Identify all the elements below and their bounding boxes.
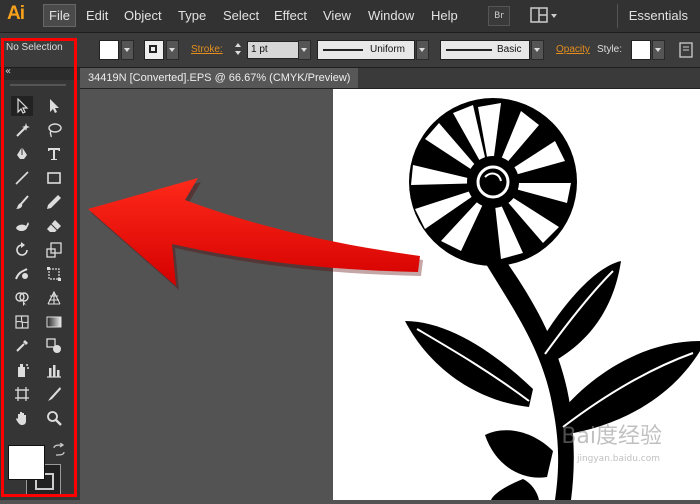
stroke-swatch-inner (149, 45, 157, 53)
stepper-arrows-icon (235, 43, 241, 55)
variable-width-profile[interactable]: Uniform (317, 40, 415, 60)
brush-dropdown[interactable] (531, 40, 544, 60)
profile-dropdown[interactable] (416, 40, 429, 60)
menu-edit[interactable]: Edit (86, 8, 108, 23)
profile-line (323, 49, 363, 51)
workspace-switcher[interactable]: Essentials (629, 8, 688, 23)
graphic-style-swatch[interactable] (631, 40, 651, 60)
stroke-dropdown[interactable] (166, 40, 179, 60)
menu-type[interactable]: Type (178, 8, 206, 23)
fill-swatch[interactable] (99, 40, 119, 60)
profile-label: Uniform (370, 44, 406, 55)
stroke-weight-dropdown[interactable] (298, 40, 311, 60)
menu-view[interactable]: View (323, 8, 351, 23)
brush-label: Basic (497, 44, 522, 55)
annotation-highlight-box (1, 38, 77, 497)
baidu-watermark: Bai度经验 (561, 424, 662, 449)
menu-file[interactable]: File (43, 4, 76, 27)
menu-select[interactable]: Select (223, 8, 259, 23)
menu-object[interactable]: Object (124, 8, 162, 23)
stroke-label[interactable]: Stroke: (191, 44, 223, 55)
app-logo: Ai (7, 3, 25, 24)
leaf-lower (485, 430, 553, 478)
leaf-bottom (491, 479, 539, 500)
style-label: Style: (597, 44, 623, 55)
control-bar: No Selection Stroke: 1 pt Uniform Basic … (0, 33, 700, 68)
fill-dropdown[interactable] (121, 40, 134, 60)
opacity-label[interactable]: Opacity (556, 44, 590, 55)
stroke-weight-field[interactable]: 1 pt (247, 41, 302, 59)
arrange-documents-icon (530, 7, 557, 23)
brush-line (446, 49, 492, 51)
document-tab[interactable]: 34419N [Converted].EPS @ 66.67% (CMYK/Pr… (80, 68, 359, 88)
fill-color-box[interactable] (8, 445, 45, 480)
bridge-button[interactable]: Br (488, 6, 510, 26)
menu-divider (617, 4, 618, 28)
baidu-watermark-url: jingyan.baidu.com (576, 454, 660, 464)
document-setup-icon (679, 42, 693, 58)
menu-help[interactable]: Help (431, 8, 458, 23)
arrange-documents-button[interactable] (530, 6, 560, 30)
style-dropdown[interactable] (652, 40, 665, 60)
brush-definition[interactable]: Basic (440, 40, 530, 60)
menu-bar: Ai File Edit Object Type Select Effect V… (0, 0, 700, 33)
stroke-swatch[interactable] (144, 40, 164, 60)
flower-center (467, 156, 519, 208)
menu-effect[interactable]: Effect (274, 8, 307, 23)
menu-window[interactable]: Window (368, 8, 414, 23)
document-tab-bar: 34419N [Converted].EPS @ 66.67% (CMYK/Pr… (80, 68, 700, 89)
document-setup-button[interactable] (678, 42, 696, 62)
stroke-weight-stepper[interactable] (232, 40, 244, 58)
